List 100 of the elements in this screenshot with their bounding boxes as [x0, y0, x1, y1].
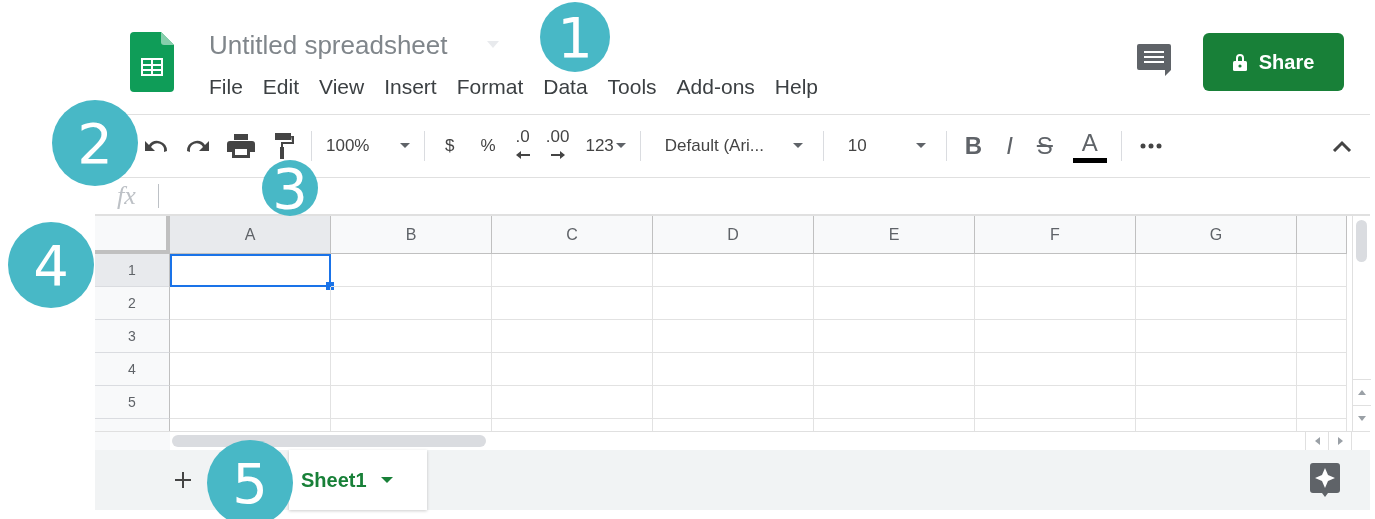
grid-cell[interactable]: [975, 386, 1136, 419]
active-cell[interactable]: [170, 254, 331, 287]
number-format-dropdown[interactable]: 123: [577, 129, 634, 163]
column-header[interactable]: A: [170, 216, 331, 254]
grid-cell[interactable]: [814, 386, 975, 419]
row-header[interactable]: 1: [95, 254, 170, 287]
column-header[interactable]: [1297, 216, 1347, 254]
grid-cell[interactable]: [653, 386, 814, 419]
select-all-corner[interactable]: [95, 216, 170, 254]
italic-button[interactable]: I: [994, 129, 1025, 163]
menu-item[interactable]: View: [319, 72, 365, 102]
grid-cell[interactable]: [1136, 254, 1297, 287]
grid-cell[interactable]: [492, 320, 653, 353]
grid-cell[interactable]: [170, 386, 331, 419]
menu-item[interactable]: Help: [774, 72, 819, 102]
grid-cell[interactable]: [653, 287, 814, 320]
scroll-left-icon[interactable]: [1314, 437, 1320, 445]
menu-item[interactable]: Data: [543, 72, 588, 102]
grid-cell[interactable]: [170, 353, 331, 386]
grid-cell[interactable]: [814, 353, 975, 386]
grid-cell[interactable]: [814, 254, 975, 287]
grid-cell[interactable]: [1136, 386, 1297, 419]
font-dropdown[interactable]: Default (Ari...: [646, 129, 817, 163]
step-number-badge: 2: [52, 100, 138, 186]
grid-cell[interactable]: [1297, 254, 1347, 287]
lock-icon: [1232, 53, 1247, 71]
menu-item[interactable]: Format: [456, 72, 524, 102]
column-header[interactable]: C: [492, 216, 653, 254]
grid-cell[interactable]: [1297, 287, 1347, 320]
scroll-right-icon[interactable]: [1337, 437, 1343, 445]
share-button[interactable]: Share: [1203, 33, 1344, 91]
grid-cell[interactable]: [331, 320, 492, 353]
row-header[interactable]: 2: [95, 287, 170, 320]
row-header[interactable]: 3: [95, 320, 170, 353]
column-header[interactable]: F: [975, 216, 1136, 254]
grid-cell[interactable]: [1136, 287, 1297, 320]
grid-cell[interactable]: [331, 386, 492, 419]
grid-cell[interactable]: [653, 254, 814, 287]
scrollbar-thumb[interactable]: [1356, 220, 1367, 262]
scroll-down-icon[interactable]: [1357, 416, 1366, 421]
text-color-button[interactable]: A: [1064, 129, 1115, 163]
menu-item[interactable]: Add-ons: [676, 72, 755, 102]
percent-format-button[interactable]: %: [468, 129, 508, 163]
column-header[interactable]: E: [814, 216, 975, 254]
redo-icon[interactable]: [185, 139, 211, 153]
grid-cell[interactable]: [1297, 353, 1347, 386]
grid-cell[interactable]: [814, 287, 975, 320]
increase-decimal-button[interactable]: .00: [537, 129, 578, 163]
grid-cell[interactable]: [975, 287, 1136, 320]
grid-cell[interactable]: [975, 353, 1136, 386]
row-header[interactable]: [95, 419, 170, 431]
grid-cell[interactable]: [1297, 386, 1347, 419]
scroll-up-icon[interactable]: [1357, 390, 1366, 395]
grid-cell[interactable]: [492, 353, 653, 386]
grid-cell[interactable]: [170, 287, 331, 320]
grid-cell[interactable]: [170, 320, 331, 353]
grid-cell[interactable]: [975, 254, 1136, 287]
zoom-dropdown[interactable]: 100%: [318, 129, 418, 163]
print-icon[interactable]: [227, 134, 255, 158]
decrease-decimal-button[interactable]: .0: [507, 129, 538, 163]
grid-cell[interactable]: [653, 320, 814, 353]
grid-cell[interactable]: [492, 254, 653, 287]
caret-down-icon: [380, 477, 393, 483]
scrollbar-thumb[interactable]: [172, 435, 486, 447]
column-header[interactable]: G: [1136, 216, 1297, 254]
step-number-badge: 4: [8, 222, 94, 308]
grid-cell[interactable]: [1136, 320, 1297, 353]
row-header[interactable]: 5: [95, 386, 170, 419]
menu-item[interactable]: Insert: [384, 72, 437, 102]
explore-icon[interactable]: [1310, 463, 1340, 497]
undo-icon[interactable]: [143, 139, 169, 153]
add-sheet-icon[interactable]: [175, 472, 191, 488]
more-icon[interactable]: [1139, 143, 1162, 149]
column-header[interactable]: B: [331, 216, 492, 254]
grid-cell[interactable]: [492, 287, 653, 320]
column-header[interactable]: D: [653, 216, 814, 254]
document-title[interactable]: Untitled spreadsheet: [209, 28, 448, 62]
comment-icon[interactable]: [1137, 44, 1171, 76]
grid-cell[interactable]: [331, 287, 492, 320]
bold-button[interactable]: B: [952, 129, 995, 163]
strikethrough-button[interactable]: S: [1024, 129, 1065, 163]
collapse-icon[interactable]: [1332, 140, 1352, 152]
grid-cell[interactable]: [1136, 353, 1297, 386]
currency-format-button[interactable]: $: [431, 129, 469, 163]
spreadsheet-logo-icon[interactable]: [130, 32, 174, 92]
menu-item[interactable]: Edit: [262, 72, 300, 102]
right-arrow-icon: [550, 151, 565, 159]
grid-cell[interactable]: [331, 254, 492, 287]
paint-format-icon[interactable]: [273, 133, 295, 159]
menu-item[interactable]: Tools: [607, 72, 657, 102]
menu-item[interactable]: File: [209, 72, 243, 102]
grid-cell[interactable]: [492, 386, 653, 419]
grid-cell[interactable]: [814, 320, 975, 353]
row-header[interactable]: 4: [95, 353, 170, 386]
grid-cell[interactable]: [1297, 320, 1347, 353]
grid-cell[interactable]: [331, 353, 492, 386]
grid-cell[interactable]: [975, 320, 1136, 353]
font-size-dropdown[interactable]: 10: [829, 129, 940, 163]
grid-cell[interactable]: [653, 353, 814, 386]
sheet-tab[interactable]: Sheet1: [289, 450, 427, 510]
